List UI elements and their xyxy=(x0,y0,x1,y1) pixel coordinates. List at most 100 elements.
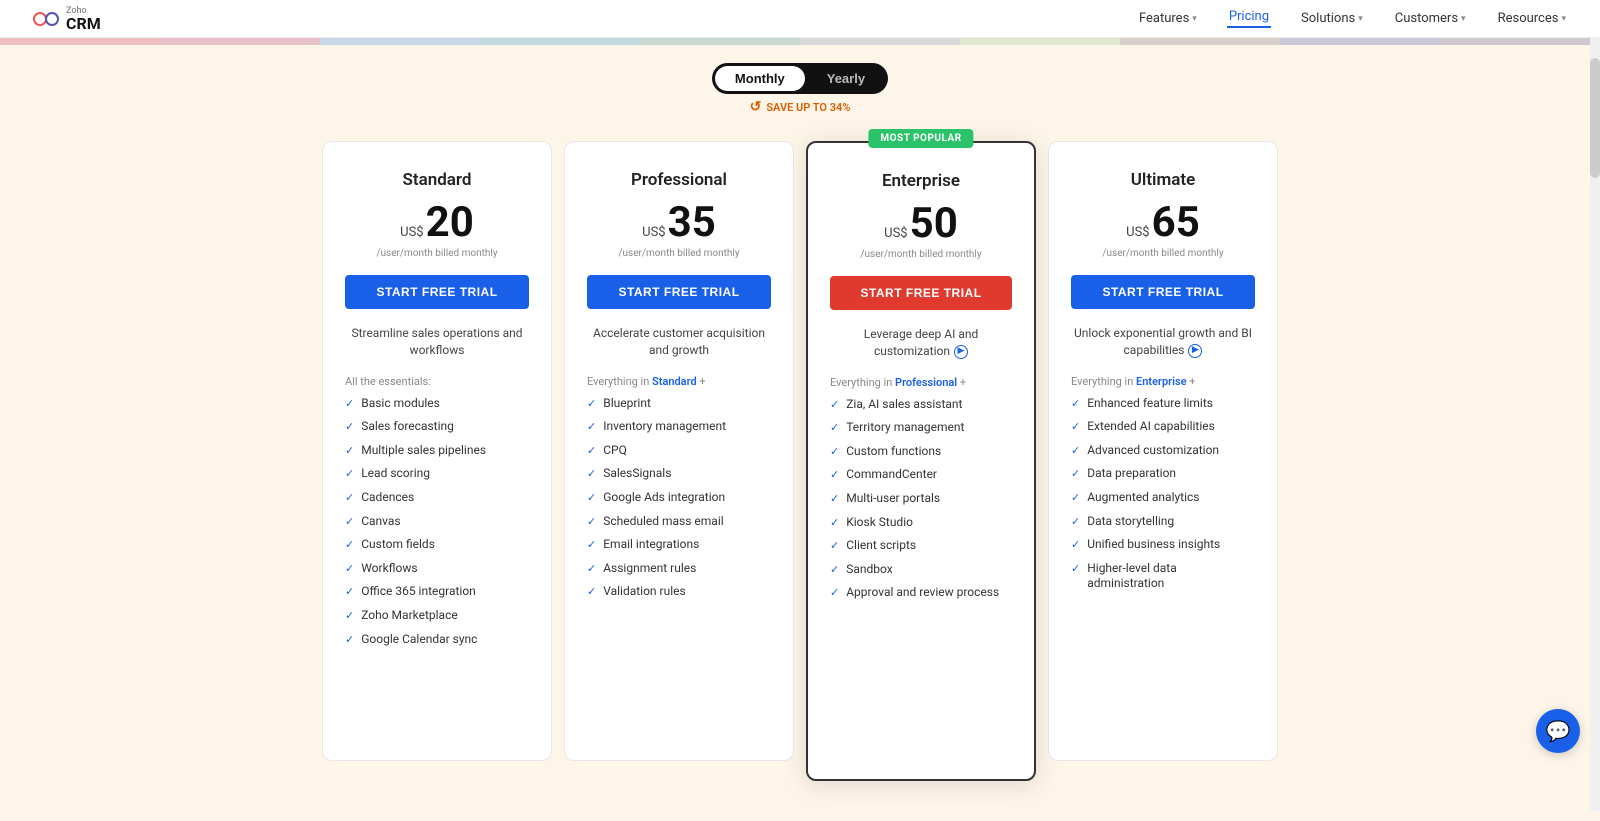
feature-item: ✓ Google Calendar sync xyxy=(345,632,529,648)
plan-price: US$ 35 xyxy=(587,202,771,244)
nav-customers[interactable]: Customers ▾ xyxy=(1393,11,1468,26)
check-icon: ✓ xyxy=(587,562,596,576)
info-icon[interactable]: ▶ xyxy=(954,345,968,359)
feature-list: ✓ Basic modules ✓ Sales forecasting ✓ Mu… xyxy=(345,396,529,648)
check-icon: ✓ xyxy=(587,491,596,505)
feature-item: ✓ Territory management xyxy=(830,420,1012,436)
color-band-segment xyxy=(800,38,960,45)
feature-item: ✓ Canvas xyxy=(345,514,529,530)
check-icon: ✓ xyxy=(830,539,839,553)
feature-text: Higher-level data administration xyxy=(1087,561,1255,592)
feature-text: Google Ads integration xyxy=(603,490,725,506)
nav-solutions[interactable]: Solutions ▾ xyxy=(1299,11,1365,26)
nav-links: Features ▾ Pricing Solutions ▾ Customers… xyxy=(1137,9,1568,28)
check-icon: ✓ xyxy=(345,491,354,505)
most-popular-badge: MOST POPULAR xyxy=(868,129,973,148)
feature-item: ✓ Data storytelling xyxy=(1071,514,1255,530)
color-band-segment xyxy=(320,38,480,45)
plan-description: Unlock exponential growth and BI capabil… xyxy=(1071,325,1255,359)
color-band xyxy=(0,38,1600,45)
check-icon: ✓ xyxy=(830,492,839,506)
feature-text: Inventory management xyxy=(603,419,726,435)
feature-text: Data storytelling xyxy=(1087,514,1174,530)
plan-description: Accelerate customer acquisition and grow… xyxy=(587,325,771,359)
check-icon: ✓ xyxy=(345,515,354,529)
check-icon: ✓ xyxy=(1071,538,1080,552)
check-icon: ✓ xyxy=(587,585,596,599)
color-band-segment xyxy=(0,38,160,45)
features-label: All the essentials: xyxy=(345,375,529,388)
feature-text: CPQ xyxy=(603,443,627,459)
feature-item: ✓ Sales forecasting xyxy=(345,419,529,435)
feature-text: Assignment rules xyxy=(603,561,696,577)
feature-text: Unified business insights xyxy=(1087,537,1220,553)
check-icon: ✓ xyxy=(830,468,839,482)
check-icon: ✓ xyxy=(587,538,596,552)
check-icon: ✓ xyxy=(587,515,596,529)
check-icon: ✓ xyxy=(1071,397,1080,411)
chat-bubble[interactable]: 💬 xyxy=(1536,709,1580,753)
nav-resources[interactable]: Resources ▾ xyxy=(1496,11,1568,26)
logo-text: Zoho CRM xyxy=(66,6,101,32)
feature-item: ✓ SalesSignals xyxy=(587,466,771,482)
yearly-toggle[interactable]: Yearly xyxy=(807,66,885,91)
start-trial-button-professional[interactable]: START FREE TRIAL xyxy=(587,275,771,309)
feature-text: Scheduled mass email xyxy=(603,514,723,530)
feature-item: ✓ Workflows xyxy=(345,561,529,577)
check-icon: ✓ xyxy=(345,562,354,576)
feature-item: ✓ Advanced customization xyxy=(1071,443,1255,459)
chevron-down-icon: ▾ xyxy=(1358,14,1363,24)
plan-name: Standard xyxy=(345,170,529,190)
nav-pricing[interactable]: Pricing xyxy=(1227,9,1271,28)
scrollbar-thumb[interactable] xyxy=(1590,58,1600,178)
info-icon[interactable]: ▶ xyxy=(1188,344,1202,358)
feature-text: Sales forecasting xyxy=(361,419,454,435)
feature-text: Google Calendar sync xyxy=(361,632,477,648)
feature-text: Sandbox xyxy=(846,562,892,578)
nav-features[interactable]: Features ▾ xyxy=(1137,11,1199,26)
price-amount: 35 xyxy=(668,202,716,244)
plan-card-standard: Standard US$ 20 /user/month billed month… xyxy=(322,141,552,761)
feature-item: ✓ Custom fields xyxy=(345,537,529,553)
scrollbar[interactable] xyxy=(1590,38,1600,811)
feature-text: Email integrations xyxy=(603,537,699,553)
check-icon: ✓ xyxy=(830,563,839,577)
color-band-segment xyxy=(1280,38,1440,45)
color-band-segment xyxy=(1440,38,1600,45)
feature-item: ✓ Email integrations xyxy=(587,537,771,553)
save-badge: ↺ SAVE UP TO 34% xyxy=(750,99,851,115)
color-band-segment xyxy=(480,38,640,45)
color-band-segment xyxy=(960,38,1120,45)
feature-item: ✓ Inventory management xyxy=(587,419,771,435)
price-period: /user/month billed monthly xyxy=(587,248,771,259)
feature-text: Canvas xyxy=(361,514,400,530)
price-currency: US$ xyxy=(1126,225,1149,240)
check-icon: ✓ xyxy=(587,420,596,434)
feature-item: ✓ Custom functions xyxy=(830,444,1012,460)
check-icon: ✓ xyxy=(1071,420,1080,434)
start-trial-button-ultimate[interactable]: START FREE TRIAL xyxy=(1071,275,1255,309)
feature-text: Lead scoring xyxy=(361,466,430,482)
feature-item: ✓ Unified business insights xyxy=(1071,537,1255,553)
plan-name: Professional xyxy=(587,170,771,190)
check-icon: ✓ xyxy=(345,420,354,434)
chevron-down-icon: ▾ xyxy=(1461,14,1466,24)
feature-text: Office 365 integration xyxy=(361,584,476,600)
feature-item: ✓ CPQ xyxy=(587,443,771,459)
feature-item: ✓ Cadences xyxy=(345,490,529,506)
monthly-toggle[interactable]: Monthly xyxy=(715,66,805,91)
start-trial-button-enterprise[interactable]: START FREE TRIAL xyxy=(830,276,1012,310)
price-period: /user/month billed monthly xyxy=(830,249,1012,260)
feature-item: ✓ Client scripts xyxy=(830,538,1012,554)
feature-text: Data preparation xyxy=(1087,466,1176,482)
feature-text: SalesSignals xyxy=(603,466,671,482)
feature-item: ✓ Kiosk Studio xyxy=(830,515,1012,531)
plan-description: Leverage deep AI and customization▶ xyxy=(830,326,1012,360)
check-icon: ✓ xyxy=(1071,515,1080,529)
price-period: /user/month billed monthly xyxy=(345,248,529,259)
feature-list: ✓ Blueprint ✓ Inventory management ✓ CPQ… xyxy=(587,396,771,600)
start-trial-button-standard[interactable]: START FREE TRIAL xyxy=(345,275,529,309)
feature-text: Kiosk Studio xyxy=(846,515,913,531)
billing-toggle: Monthly Yearly xyxy=(712,63,888,94)
billing-toggle-section: Monthly Yearly ↺ SAVE UP TO 34% xyxy=(0,45,1600,123)
